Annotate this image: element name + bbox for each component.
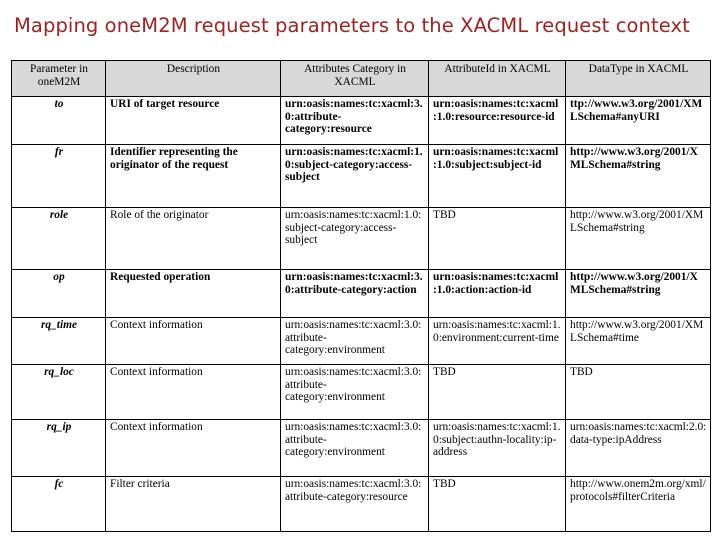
cell-attributes-category: urn:oasis:names:tc:xacml:3.0:attribute-c… (280, 419, 429, 477)
cell-description: Context information (105, 364, 281, 420)
table-row: role Role of the originator urn:oasis:na… (11, 207, 711, 270)
cell-parameter: rq_ip (11, 419, 106, 477)
cell-datatype: http://www.w3.org/2001/XMLSchema#string (565, 207, 711, 270)
column-header-attributes-category: Attributes Category in XACML (280, 60, 429, 97)
cell-parameter: role (11, 207, 106, 270)
cell-parameter: rq_time (11, 317, 106, 365)
mapping-table-container: Parameter in oneM2M Description Attribut… (11, 60, 711, 532)
cell-attributes-category: urn:oasis:names:tc:xacml:3.0:attribute-c… (280, 269, 429, 318)
cell-datatype: http://www.w3.org/2001/XMLSchema#time (565, 317, 711, 365)
cell-description: Context information (105, 419, 281, 477)
cell-attribute-id: urn:oasis:names:tc:xacml:1.0:environment… (428, 317, 566, 365)
cell-datatype: http://www.onem2m.org/xml/protocols#filt… (565, 476, 711, 532)
cell-attribute-id: TBD (428, 476, 566, 532)
cell-description: Filter criteria (105, 476, 281, 532)
cell-attributes-category: urn:oasis:names:tc:xacml:3.0:attribute-c… (280, 476, 429, 532)
column-header-parameter: Parameter in oneM2M (11, 60, 106, 97)
cell-attributes-category: urn:oasis:names:tc:xacml:3.0:attribute-c… (280, 96, 429, 145)
cell-description: Context information (105, 317, 281, 365)
slide-root: Mapping oneM2M request parameters to the… (0, 0, 720, 540)
cell-description: Identifier representing the originator o… (105, 144, 281, 208)
column-header-attribute-id: AttributeId in XACML (428, 60, 566, 97)
column-header-datatype: DataType in XACML (565, 60, 711, 97)
cell-attribute-id: urn:oasis:names:tc:xacml:1.0:resource:re… (428, 96, 566, 145)
table-row: op Requested operation urn:oasis:names:t… (11, 269, 711, 318)
cell-attribute-id: urn:oasis:names:tc:xacml:1.0:subject:aut… (428, 419, 566, 477)
cell-parameter: fr (11, 144, 106, 208)
cell-parameter: to (11, 96, 106, 145)
table-row: fr Identifier representing the originato… (11, 144, 711, 208)
table-header-row: Parameter in oneM2M Description Attribut… (11, 60, 711, 97)
table-row: rq_time Context information urn:oasis:na… (11, 317, 711, 365)
table-body: to URI of target resource urn:oasis:name… (11, 96, 711, 532)
cell-attribute-id: TBD (428, 207, 566, 270)
cell-attribute-id: urn:oasis:names:tc:xacml:1.0:action:acti… (428, 269, 566, 318)
cell-datatype: http://www.w3.org/2001/XMLSchema#string (565, 269, 711, 318)
cell-attributes-category: urn:oasis:names:tc:xacml:1.0:subject-cat… (280, 207, 429, 270)
table-row: fc Filter criteria urn:oasis:names:tc:xa… (11, 476, 711, 532)
cell-attribute-id: TBD (428, 364, 566, 420)
cell-description: Requested operation (105, 269, 281, 318)
cell-description: Role of the originator (105, 207, 281, 270)
cell-parameter: rq_loc (11, 364, 106, 420)
cell-attribute-id: urn:oasis:names:tc:xacml:1.0:subject:sub… (428, 144, 566, 208)
cell-datatype: TBD (565, 364, 711, 420)
cell-datatype: http://www.w3.org/2001/XMLSchema#string (565, 144, 711, 208)
page-title: Mapping oneM2M request parameters to the… (14, 14, 690, 37)
column-header-description: Description (105, 60, 281, 97)
cell-attributes-category: urn:oasis:names:tc:xacml:3.0:attribute-c… (280, 317, 429, 365)
cell-parameter: op (11, 269, 106, 318)
cell-datatype: ttp://www.w3.org/2001/XMLSchema#anyURI (565, 96, 711, 145)
cell-description: URI of target resource (105, 96, 281, 145)
table-row: to URI of target resource urn:oasis:name… (11, 96, 711, 145)
cell-attributes-category: urn:oasis:names:tc:xacml:3.0:attribute-c… (280, 364, 429, 420)
cell-parameter: fc (11, 476, 106, 532)
cell-attributes-category: urn:oasis:names:tc:xacml:1.0:subject-cat… (280, 144, 429, 208)
table-header: Parameter in oneM2M Description Attribut… (11, 60, 711, 97)
cell-datatype: urn:oasis:names:tc:xacml:2.0:data-type:i… (565, 419, 711, 477)
table-row: rq_loc Context information urn:oasis:nam… (11, 364, 711, 420)
mapping-table: Parameter in oneM2M Description Attribut… (11, 60, 711, 532)
table-row: rq_ip Context information urn:oasis:name… (11, 419, 711, 477)
